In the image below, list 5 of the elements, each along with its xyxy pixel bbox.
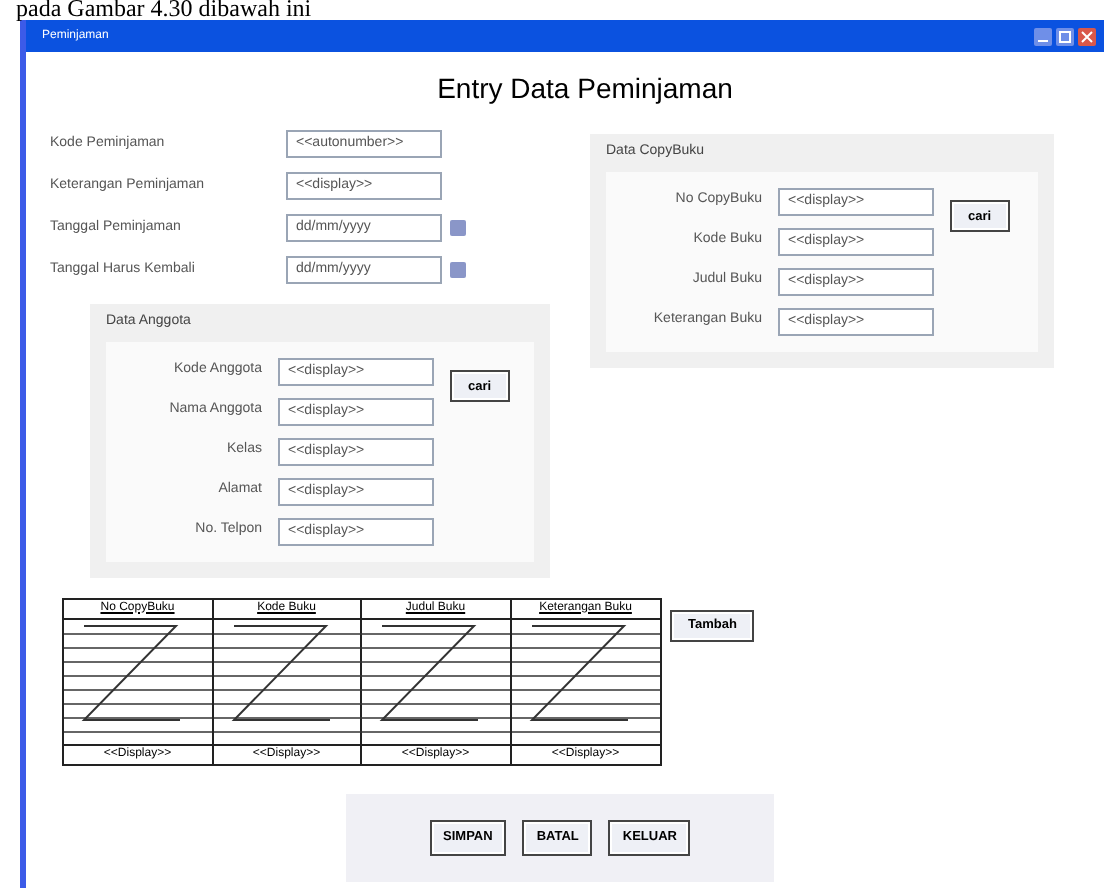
caption-text: pada Gambar 4.30 dibawah ini: [14, 0, 314, 20]
close-icon[interactable]: [1078, 27, 1096, 45]
maximize-icon[interactable]: [1056, 27, 1074, 45]
minimize-icon[interactable]: [1034, 27, 1052, 45]
form-heading: Entry Data Peminjaman: [435, 70, 735, 108]
